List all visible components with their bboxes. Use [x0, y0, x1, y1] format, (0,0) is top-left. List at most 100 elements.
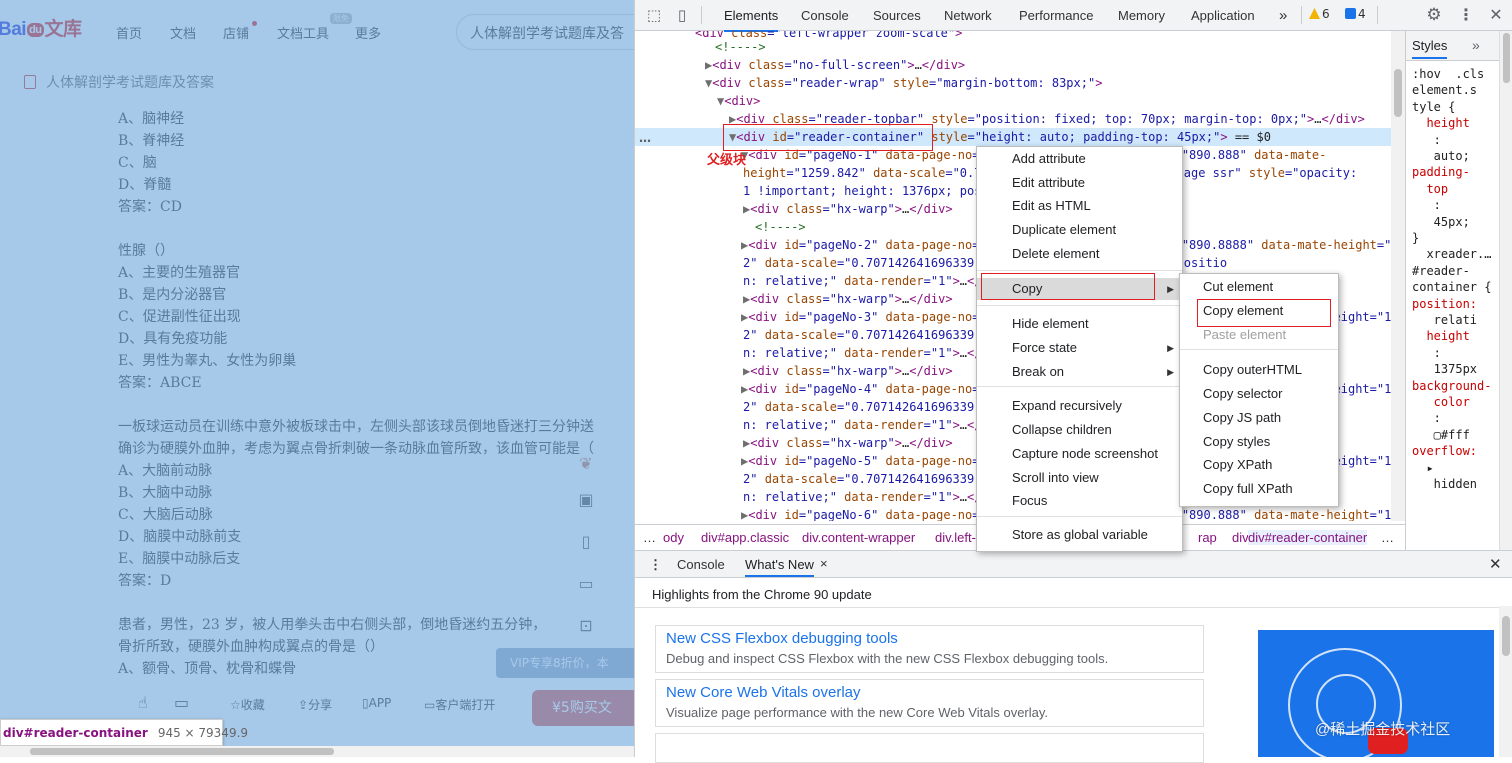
submenu-item-copy-styles[interactable]: Copy styles	[1180, 431, 1338, 453]
briefcase-icon[interactable]: ▣	[574, 488, 598, 512]
style-rule-line[interactable]: }	[1412, 231, 1419, 246]
breadcrumb-div[interactable]: div	[1232, 530, 1249, 545]
nav-more[interactable]: 更多	[355, 23, 381, 42]
open-client-button[interactable]: ▭客户端打开	[424, 696, 495, 713]
close-drawer-icon[interactable]: ✕	[1489, 555, 1502, 573]
style-rule-line[interactable]: container {	[1412, 280, 1491, 295]
kebab-menu-icon[interactable]: ⋮	[1457, 6, 1475, 24]
drawer-scrollbar[interactable]	[1499, 606, 1512, 757]
nav-docs[interactable]: 文档	[170, 23, 196, 42]
submenu-item-cut-element[interactable]: Cut element	[1180, 276, 1338, 298]
tab-memory[interactable]: Memory	[1118, 0, 1165, 30]
page-scroll-thumb[interactable]	[30, 748, 334, 755]
tab-elements[interactable]: Elements	[724, 0, 779, 32]
style-rule-line[interactable]: :	[1412, 346, 1441, 361]
more-tabs-icon[interactable]: »	[1279, 0, 1287, 30]
context-menu-item-delete-element[interactable]: Delete element	[977, 243, 1182, 265]
tab-network[interactable]: Network	[944, 0, 992, 30]
style-rule-line[interactable]: 45px;	[1412, 215, 1470, 230]
nav-home[interactable]: 首页	[116, 23, 142, 42]
styles-scroll-thumb[interactable]	[1503, 33, 1510, 83]
app-button[interactable]: ▯APP	[362, 696, 391, 710]
bag-icon[interactable]: ⊡	[574, 614, 598, 638]
drawer-tab-whats-new[interactable]: What's New	[745, 557, 814, 577]
feature-card[interactable]: New Core Web Vitals overlay Visualize pa…	[655, 679, 1204, 727]
style-rule-line[interactable]: tyle {	[1412, 100, 1455, 115]
style-rule-line[interactable]: #reader-	[1412, 264, 1470, 279]
breadcrumb-reader-wrap[interactable]: rap	[1198, 530, 1217, 545]
context-menu-item-add-attribute[interactable]: Add attribute	[977, 148, 1182, 170]
gear-icon[interactable]: ⚙	[1425, 6, 1443, 24]
dom-node-line[interactable]: ▶<div class="hx-warp">…</div>	[635, 434, 953, 452]
feature-card-title[interactable]: New CSS Flexbox debugging tools	[666, 630, 898, 647]
dom-node-line[interactable]: <!---->	[635, 38, 766, 56]
submenu-item-copy-xpath[interactable]: Copy XPath	[1180, 454, 1338, 476]
breadcrumb-body[interactable]: ody	[663, 530, 684, 545]
style-rule-line[interactable]: height	[1412, 329, 1469, 344]
elements-scrollbar[interactable]	[1391, 31, 1405, 521]
drawer-tab-console[interactable]: Console	[677, 557, 725, 572]
style-rule-line[interactable]: color	[1412, 395, 1470, 410]
submenu-item-copy-outerhtml[interactable]: Copy outerHTML	[1180, 359, 1338, 381]
context-menu-item-expand-recursively[interactable]: Expand recursively	[977, 395, 1182, 417]
style-rule-line[interactable]: :	[1412, 133, 1441, 148]
style-rule-line[interactable]: hidden	[1412, 477, 1477, 492]
breadcrumb-content-wrapper[interactable]: div.content-wrapper	[802, 530, 915, 545]
comment-icon[interactable]: ▭	[174, 693, 189, 712]
dom-node-line[interactable]: ▶<div class="hx-warp">…</div>	[635, 290, 953, 308]
style-rule-line[interactable]: background-	[1412, 379, 1491, 394]
like-icon[interactable]: ☝	[138, 693, 148, 712]
style-rule-line[interactable]: ▸	[1412, 461, 1433, 476]
favorite-button[interactable]: ☆收藏	[230, 696, 265, 713]
tab-application[interactable]: Application	[1191, 0, 1255, 30]
dom-node-line[interactable]: <!---->	[635, 218, 806, 236]
style-rule-line[interactable]: auto;	[1412, 149, 1470, 164]
style-rule-line[interactable]: xreader.…	[1412, 247, 1491, 262]
context-menu-item-force-state[interactable]: Force state ▶	[977, 337, 1182, 359]
dom-node-line[interactable]: ▶<div class="no-full-screen">…</div>	[635, 56, 965, 74]
feature-card[interactable]: New CSS Flexbox debugging tools Debug an…	[655, 625, 1204, 673]
context-menu-item-store-as-global-variable[interactable]: Store as global variable	[977, 524, 1182, 546]
breadcrumb-app[interactable]: div#app.classic	[701, 530, 789, 545]
context-menu-item-edit-attribute[interactable]: Edit attribute	[977, 172, 1182, 194]
submenu-item-copy-selector[interactable]: Copy selector	[1180, 383, 1338, 405]
style-rule-line[interactable]: overflow:	[1412, 444, 1477, 459]
submenu-item-copy-full-xpath[interactable]: Copy full XPath	[1180, 478, 1338, 500]
device-toolbar-icon[interactable]: ▯	[673, 6, 691, 24]
context-menu-item-break-on[interactable]: Break on ▶	[977, 361, 1182, 383]
nav-shop[interactable]: 店铺	[223, 23, 249, 42]
dom-node-line[interactable]: ▼<div>	[635, 92, 760, 110]
dom-node-line[interactable]: n: relative;" data-render="1">…</div>	[635, 272, 1010, 290]
styles-more-tabs[interactable]: »	[1472, 37, 1480, 57]
feature-card[interactable]	[655, 733, 1204, 763]
buy-document-button[interactable]: ¥5购买文	[532, 690, 634, 726]
baidu-wenku-logo[interactable]: Bai du 文库	[0, 14, 82, 41]
breadcrumb-reader-container[interactable]: div#reader-container	[1248, 530, 1368, 545]
style-rule-line[interactable]: :	[1412, 411, 1441, 426]
style-rule-line[interactable]: padding-	[1412, 165, 1470, 180]
chat-icon[interactable]: ▭	[574, 572, 598, 596]
context-menu-item-focus[interactable]: Focus	[977, 490, 1182, 512]
breadcrumb-overflow-left[interactable]: …	[643, 530, 656, 545]
style-rule-line[interactable]: ▢#fff	[1412, 428, 1470, 443]
mobile-icon[interactable]: ▯	[574, 530, 598, 554]
context-menu-item-hide-element[interactable]: Hide element	[977, 313, 1182, 335]
messages-badge[interactable]: 4	[1345, 7, 1366, 21]
context-menu-item-capture-node-screenshot[interactable]: Capture node screenshot	[977, 443, 1182, 465]
breadcrumb-left-wrapper[interactable]: div.left-	[935, 530, 976, 545]
close-devtools-icon[interactable]: ✕	[1487, 6, 1505, 24]
style-rule-line[interactable]: top	[1412, 182, 1448, 197]
drawer-scroll-thumb[interactable]	[1502, 616, 1510, 656]
context-menu-item-edit-as-html[interactable]: Edit as HTML	[977, 195, 1182, 217]
share-button[interactable]: ⇪分享	[298, 696, 332, 713]
page-horizontal-scrollbar[interactable]	[0, 746, 634, 757]
style-rule-line[interactable]: :	[1412, 198, 1441, 213]
nav-doc-tools[interactable]: 文档工具	[277, 23, 329, 42]
style-rule-line[interactable]: element.s	[1412, 83, 1477, 98]
context-menu-item-scroll-into-view[interactable]: Scroll into view	[977, 467, 1182, 489]
tab-performance[interactable]: Performance	[1019, 0, 1093, 30]
close-tab-icon[interactable]: ×	[820, 556, 828, 571]
context-menu-item-duplicate-element[interactable]: Duplicate element	[977, 219, 1182, 241]
tab-sources[interactable]: Sources	[873, 0, 921, 30]
style-rule-line[interactable]: height	[1412, 116, 1469, 131]
